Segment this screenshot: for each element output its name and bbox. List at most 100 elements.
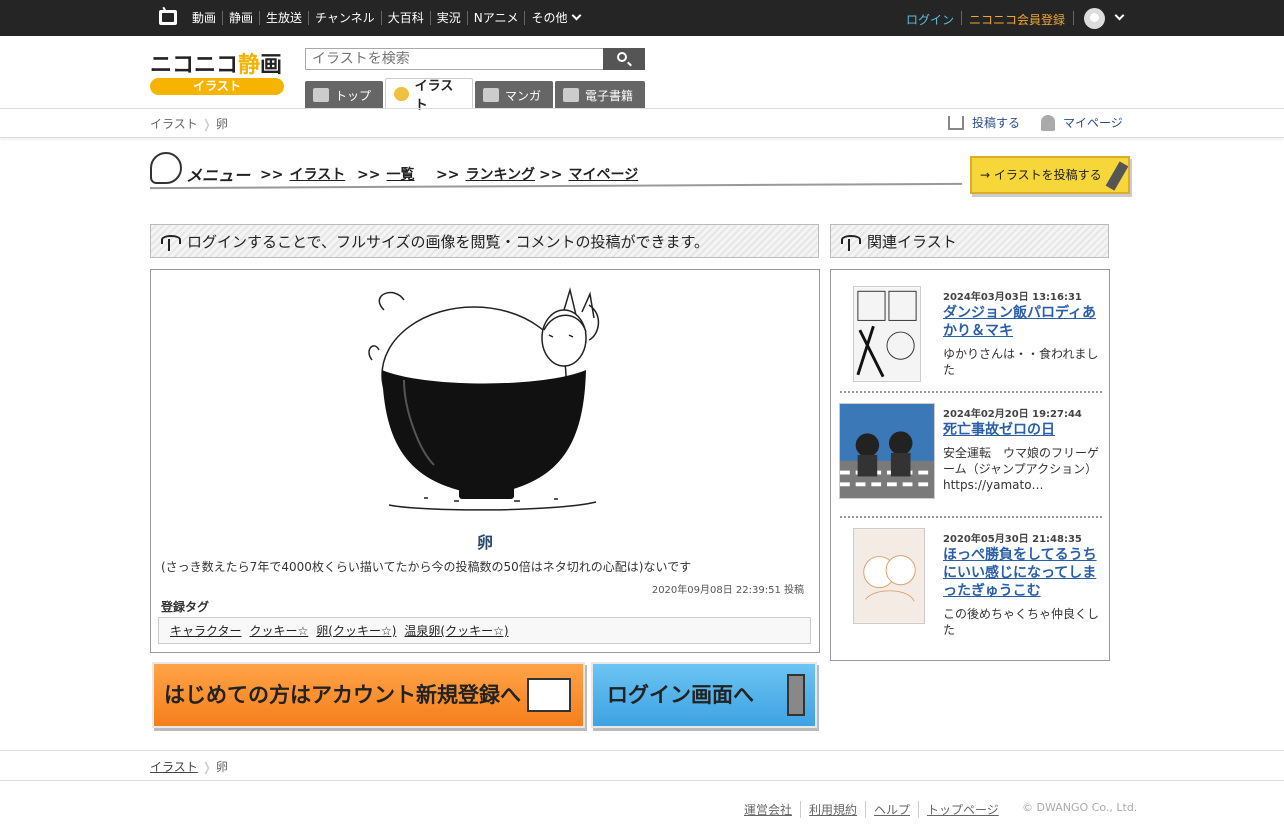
related-title[interactable]: ほっぺ勝負をしてるうちにいい感じになってしまったぎゅうこむ xyxy=(943,546,1103,600)
chevron-down-icon xyxy=(572,10,582,21)
tag-item[interactable]: 卵(クッキー☆) xyxy=(316,622,396,639)
tab-top-label: トップ xyxy=(335,88,372,103)
footer-link-company[interactable]: 運営会社 xyxy=(744,801,800,818)
menu-link-prefix: >> xyxy=(357,167,381,183)
login-notice-text: ログインすることで、フルサイズの画像を閲覧・コメントの投稿ができます。 xyxy=(187,233,710,251)
related-item[interactable]: 2024年02月20日 19:27:44 死亡事故ゼロの日 安全運転 ウマ娘のフ… xyxy=(839,395,1103,510)
search-button[interactable] xyxy=(603,48,645,70)
global-top-bar: 動画 静画 生放送 チャンネル 大百科 実況 Nアニメ その他 ログイン ニコニ… xyxy=(0,0,1284,36)
tag-item[interactable]: クッキー☆ xyxy=(250,622,309,639)
global-nav-seiga[interactable]: 静画 xyxy=(222,11,259,25)
illust-description: (さっき数えたら7年で4000枚くらい描いてたから今の投稿数の50倍はネタ切れの… xyxy=(161,560,692,574)
breadcrumb-root[interactable]: イラスト xyxy=(150,117,198,131)
related-thumbnail[interactable] xyxy=(853,286,921,382)
breadcrumb: イラスト ❭ 卵 xyxy=(150,115,228,132)
copyright: © DWANGO Co., Ltd. xyxy=(1022,801,1138,814)
mypage-link-label: マイページ xyxy=(1063,116,1123,130)
service-tabs: トップ イラスト マンガ 電子書籍 xyxy=(305,78,647,113)
menu-link-ranking-label: ランキング xyxy=(465,167,536,183)
post-illust-button[interactable]: → イラストを投稿する xyxy=(970,156,1130,194)
related-heading-text: 関連イラスト xyxy=(867,233,957,251)
menu-link-mypage-label: マイページ xyxy=(568,167,639,183)
tab-illust[interactable]: イラスト xyxy=(385,78,473,113)
menu-link-list-label: 一覧 xyxy=(386,167,415,183)
tab-ebook-label: 電子書籍 xyxy=(585,88,634,103)
tag-item[interactable]: キャラクター xyxy=(170,622,242,639)
divider xyxy=(961,11,962,25)
divider xyxy=(0,780,1284,781)
menu-link-prefix: >> xyxy=(539,167,563,183)
login-link[interactable]: ログイン xyxy=(906,11,954,28)
breadcrumb-separator: ❭ xyxy=(201,760,212,774)
tab-manga[interactable]: マンガ xyxy=(475,81,553,109)
breadcrumb-current: 卵 xyxy=(215,117,228,131)
post-illust-button-label: イラストを投稿する xyxy=(993,168,1102,182)
related-date: 2024年02月20日 19:27:44 xyxy=(943,409,1082,420)
menu-link-list[interactable]: >> 一覧 xyxy=(357,164,414,184)
chevron-down-icon[interactable] xyxy=(1114,10,1125,21)
related-separator xyxy=(840,516,1102,518)
user-icon xyxy=(1041,114,1055,131)
related-thumbnail[interactable] xyxy=(839,403,935,499)
avatar-icon[interactable] xyxy=(1084,8,1105,29)
global-nav-jikkyo[interactable]: 実況 xyxy=(429,11,467,25)
login-banner-label: ログイン画面へ xyxy=(607,683,754,707)
mypage-link[interactable]: マイページ xyxy=(1041,114,1123,131)
register-banner-label: はじめての方はアカウント新規登録へ xyxy=(164,683,521,707)
tag-list: キャラクター クッキー☆ 卵(クッキー☆) 温泉卵(クッキー☆) xyxy=(158,617,811,644)
book-icon xyxy=(563,88,579,102)
divider xyxy=(0,750,1284,751)
search-input[interactable] xyxy=(305,48,604,70)
login-banner[interactable]: ログイン画面へ xyxy=(591,662,817,728)
menu-link-illust[interactable]: >> イラスト xyxy=(260,164,345,184)
home-icon xyxy=(313,88,329,102)
global-nav-channel[interactable]: チャンネル xyxy=(308,11,381,25)
breadcrumb-separator: ❭ xyxy=(201,117,212,131)
breadcrumb-bottom: イラスト ❭ 卵 xyxy=(150,758,228,775)
tab-ebook[interactable]: 電子書籍 xyxy=(555,81,645,109)
logo-subtitle: イラスト xyxy=(150,78,284,95)
menu-link-illust-label: イラスト xyxy=(289,167,346,183)
site-logo[interactable]: ニコニコ静画 イラスト xyxy=(150,47,284,95)
footer-link-top[interactable]: トップページ xyxy=(918,801,1007,818)
illust-image[interactable] xyxy=(364,280,614,515)
global-nav-nanime[interactable]: Nアニメ xyxy=(466,11,525,25)
global-nav-more[interactable]: その他 xyxy=(524,10,586,25)
logo-wordmark-a: ニコニコ xyxy=(150,53,239,78)
related-date: 2024年03月03日 13:16:31 xyxy=(943,292,1082,303)
door-icon xyxy=(787,674,805,716)
related-description: 安全運転 ウマ娘のフリーゲーム（ジャンプアクション）https://yamato… xyxy=(943,446,1100,492)
menu-link-ranking[interactable]: >> ランキング xyxy=(436,164,535,184)
related-item[interactable]: 2024年03月03日 13:16:31 ダンジョン飯パロディあかり＆マキ ゆか… xyxy=(839,278,1103,393)
breadcrumb-current: 卵 xyxy=(215,760,228,774)
sprout-icon xyxy=(159,233,181,251)
related-item[interactable]: 2020年05月30日 21:48:35 ほっぺ勝負をしてるうちにいい感じになっ… xyxy=(839,520,1103,637)
menu-link-mypage[interactable]: >> マイページ xyxy=(539,164,638,184)
global-nav-douga[interactable]: 動画 xyxy=(186,11,222,25)
footer-link-terms[interactable]: 利用規約 xyxy=(800,801,865,818)
menu-link-prefix: >> xyxy=(436,167,460,183)
post-link[interactable]: 投稿する xyxy=(948,114,1020,131)
global-nav: 動画 静画 生放送 チャンネル 大百科 実況 Nアニメ その他 xyxy=(186,0,586,36)
related-title[interactable]: 死亡事故ゼロの日 xyxy=(943,421,1103,439)
logo-wordmark: ニコニコ静画 xyxy=(150,47,282,78)
footer-link-help[interactable]: ヘルプ xyxy=(865,801,918,818)
register-banner[interactable]: はじめての方はアカウント新規登録へ xyxy=(152,662,585,728)
upload-icon xyxy=(948,115,964,130)
menu-title: メニュー xyxy=(186,166,251,185)
breadcrumb-root[interactable]: イラスト xyxy=(150,760,198,774)
related-description: ゆかりさんは・・食われました xyxy=(943,347,1099,377)
niconico-tv-logo-icon[interactable] xyxy=(159,10,177,25)
tab-top[interactable]: トップ xyxy=(305,81,383,109)
global-nav-dic[interactable]: 大百科 xyxy=(380,11,430,25)
related-title[interactable]: ダンジョン飯パロディあかり＆マキ xyxy=(943,304,1103,340)
global-nav-live[interactable]: 生放送 xyxy=(259,11,308,25)
logo-wordmark-b: 静 xyxy=(238,53,261,78)
illust-title: 卵 xyxy=(476,533,493,552)
global-nav-more-label: その他 xyxy=(531,11,568,25)
related-thumbnail[interactable] xyxy=(853,528,925,624)
tag-item[interactable]: 温泉卵(クッキー☆) xyxy=(404,622,508,639)
illust-panel: 卵 (さっき数えたら7年で4000枚くらい描いてたから今の投稿数の50倍はネタ切… xyxy=(150,269,820,653)
register-link[interactable]: ニコニコ会員登録 xyxy=(969,11,1065,28)
menu-link-prefix: >> xyxy=(260,167,284,183)
